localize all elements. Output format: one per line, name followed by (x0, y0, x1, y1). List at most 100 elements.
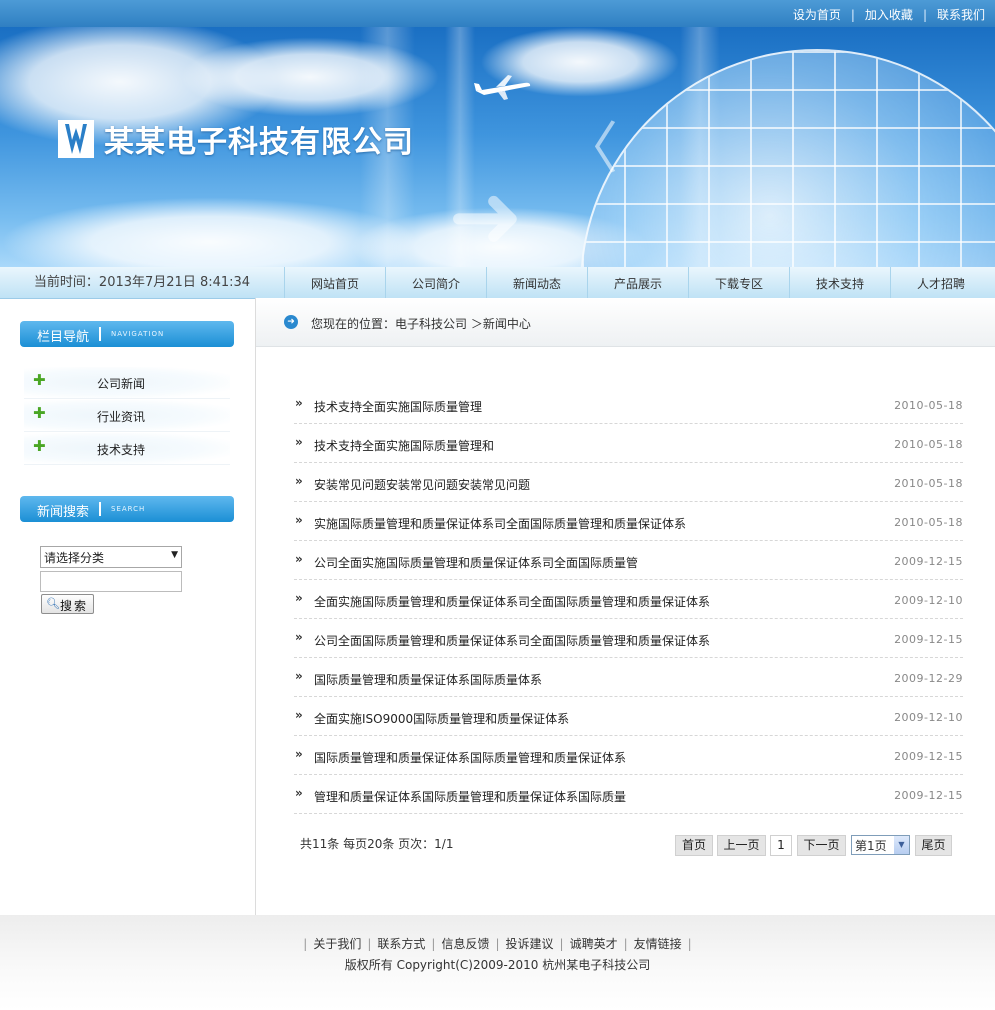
footer-links: | 关于我们 | 联系方式 | 信息反馈 | 投诉建议 | 诚聘英才 | 友情链接 | (303, 937, 692, 951)
globe-image (580, 49, 995, 267)
divider (99, 327, 101, 341)
news-title[interactable]: 国际质量管理和质量保证体系国际质量体系 (314, 671, 542, 688)
copyright: 版权所有 Copyright(C)2009-2010 杭州某电子科技公司 (344, 958, 651, 972)
footer-link-contact[interactable]: 联系方式 (377, 937, 425, 951)
news-title[interactable]: 技术支持全面实施国际质量管理 (314, 398, 482, 415)
top-bar: 设为首页 | 加入收藏 | 联系我们 (0, 0, 995, 27)
news-date: 2009-12-15 (894, 555, 963, 568)
news-date: 2010-05-18 (894, 516, 963, 529)
main-nav: 当前时间：2013年7月21日 8:41:34 网站首页 公司简介 新闻动态 产… (0, 267, 995, 299)
category-select-value: 请选择分类 (44, 551, 105, 565)
section-title-en: NAVIGATION (111, 330, 165, 338)
section-header-navigation: 栏目导航 NAVIGATION (20, 321, 234, 347)
news-title[interactable]: 全面实施ISO9000国际质量管理和质量保证体系 (314, 710, 569, 727)
current-time: 当前时间：2013年7月21日 8:41:34 (33, 275, 251, 290)
dropdown-arrow-icon: ▼ (894, 836, 909, 854)
news-title[interactable]: 国际质量管理和质量保证体系国际质量管理和质量保证体系 (314, 749, 626, 766)
plus-icon: ✚ (33, 371, 46, 389)
sidebar-item-label: 公司新闻 (97, 377, 146, 391)
footer-link-complaints[interactable]: 投诉建议 (506, 937, 554, 951)
news-item[interactable]: » 安装常见问题安装常见问题安装常见问题 2010-05-18 (294, 464, 963, 502)
news-item[interactable]: » 全面实施ISO9000国际质量管理和质量保证体系 2009-12-10 (294, 698, 963, 736)
news-item[interactable]: » 技术支持全面实施国际质量管理和 2010-05-18 (294, 425, 963, 463)
news-item[interactable]: » 公司全面实施国际质量管理和质量保证体系司全面国际质量管 2009-12-15 (294, 542, 963, 580)
news-item[interactable]: » 实施国际质量管理和质量保证体系司全面国际质量管理和质量保证体系 2010-05-… (294, 503, 963, 541)
footer-link-about[interactable]: 关于我们 (313, 937, 361, 951)
nav-downloads[interactable]: 下载专区 (688, 267, 789, 298)
news-title[interactable]: 安装常见问题安装常见问题安装常见问题 (314, 476, 530, 493)
sidebar-item-label: 行业资讯 (97, 410, 146, 424)
news-title[interactable]: 实施国际质量管理和质量保证体系司全面国际质量管理和质量保证体系 (314, 515, 686, 532)
sidebar-item-industry-news[interactable]: ✚ 行业资讯 (24, 400, 230, 432)
double-chevron-icon: » (295, 786, 303, 800)
sidebar-item-tech-support[interactable]: ✚ 技术支持 (24, 433, 230, 465)
news-title[interactable]: 全面实施国际质量管理和质量保证体系司全面国际质量管理和质量保证体系 (314, 593, 710, 610)
section-title-en: SEARCH (111, 505, 146, 513)
top-links: 设为首页 | 加入收藏 | 联系我们 (793, 6, 985, 23)
news-date: 2009-12-15 (894, 789, 963, 802)
news-item[interactable]: » 全面实施国际质量管理和质量保证体系司全面国际质量管理和质量保证体系 2009-1… (294, 581, 963, 619)
page-info: 共11条 每页20条 页次：1/1 (300, 837, 454, 851)
nav-products[interactable]: 产品展示 (587, 267, 688, 298)
news-date: 2010-05-18 (894, 399, 963, 412)
double-chevron-icon: » (295, 396, 303, 410)
page-select-value: 第1页 (855, 839, 887, 853)
airplane-icon (474, 75, 531, 100)
double-chevron-icon: » (295, 630, 303, 644)
set-homepage-link[interactable]: 设为首页 (793, 8, 841, 22)
nav-careers[interactable]: 人才招聘 (890, 267, 991, 298)
prev-page-button[interactable]: 上一页 (717, 835, 766, 856)
section-header-search: 新闻搜索 SEARCH (20, 496, 234, 522)
news-item[interactable]: » 国际质量管理和质量保证体系国际质量管理和质量保证体系 2009-12-15 (294, 737, 963, 775)
sidebar-item-company-news[interactable]: ✚ 公司新闻 (24, 367, 230, 399)
double-chevron-icon: » (295, 474, 303, 488)
footer-link-feedback[interactable]: 信息反馈 (441, 937, 489, 951)
search-button[interactable]: 🔍︎ 搜索 (41, 594, 94, 614)
search-button-label: 搜索 (60, 599, 89, 613)
plus-icon: ✚ (33, 437, 46, 455)
news-item[interactable]: » 国际质量管理和质量保证体系国际质量体系 2009-12-29 (294, 659, 963, 697)
news-date: 2009-12-10 (894, 594, 963, 607)
news-title[interactable]: 技术支持全面实施国际质量管理和 (314, 437, 494, 454)
logo-mark-icon (58, 120, 94, 158)
last-page-button[interactable]: 尾页 (915, 835, 952, 856)
arrow-left-icon: 〈 (562, 117, 618, 182)
nav-about[interactable]: 公司简介 (385, 267, 486, 298)
news-title[interactable]: 公司全面国际质量管理和质量保证体系司全面国际质量管理和质量保证体系 (314, 632, 710, 649)
nav-support[interactable]: 技术支持 (789, 267, 890, 298)
page-select[interactable]: 第1页 ▼ (851, 835, 910, 855)
breadcrumb-text: 您现在的位置：电子科技公司 ＞新闻中心 (311, 317, 531, 331)
double-chevron-icon: » (295, 669, 303, 683)
next-page-button[interactable]: 下一页 (797, 835, 846, 856)
plus-icon: ✚ (33, 404, 46, 422)
divider (99, 502, 101, 516)
double-chevron-icon: » (295, 708, 303, 722)
nav-items: 网站首页 公司简介 新闻动态 产品展示 下载专区 技术支持 人才招聘 (284, 267, 991, 298)
current-page-number[interactable]: 1 (770, 835, 792, 856)
separator: | (850, 8, 855, 22)
news-title[interactable]: 管理和质量保证体系国际质量管理和质量保证体系国际质量 (314, 788, 626, 805)
news-title[interactable]: 公司全面实施国际质量管理和质量保证体系司全面国际质量管 (314, 554, 638, 571)
nav-news[interactable]: 新闻动态 (486, 267, 587, 298)
separator: | (922, 8, 927, 22)
news-item[interactable]: » 技术支持全面实施国际质量管理 2010-05-18 (294, 386, 963, 424)
double-chevron-icon: » (295, 513, 303, 527)
news-item[interactable]: » 公司全面国际质量管理和质量保证体系司全面国际质量管理和质量保证体系 2009-1… (294, 620, 963, 658)
add-favorite-link[interactable]: 加入收藏 (865, 8, 913, 22)
footer-link-friends[interactable]: 友情链接 (634, 937, 682, 951)
category-select[interactable]: 请选择分类 ▼ (40, 546, 182, 568)
news-date: 2009-12-15 (894, 750, 963, 763)
footer-link-careers[interactable]: 诚聘英才 (570, 937, 618, 951)
keyword-input[interactable] (40, 571, 182, 592)
contact-us-link[interactable]: 联系我们 (937, 8, 985, 22)
double-chevron-icon: » (295, 552, 303, 566)
section-title: 新闻搜索 (37, 505, 90, 520)
first-page-button[interactable]: 首页 (675, 835, 713, 856)
nav-home[interactable]: 网站首页 (284, 267, 385, 298)
news-date: 2009-12-29 (894, 672, 963, 685)
news-date: 2009-12-10 (894, 711, 963, 724)
dropdown-arrow-icon: ▼ (171, 550, 178, 560)
banner: ➜ 〈 某某电子科技有限公司 (0, 27, 995, 267)
double-chevron-icon: » (295, 747, 303, 761)
news-item[interactable]: » 管理和质量保证体系国际质量管理和质量保证体系国际质量 2009-12-15 (294, 776, 963, 814)
